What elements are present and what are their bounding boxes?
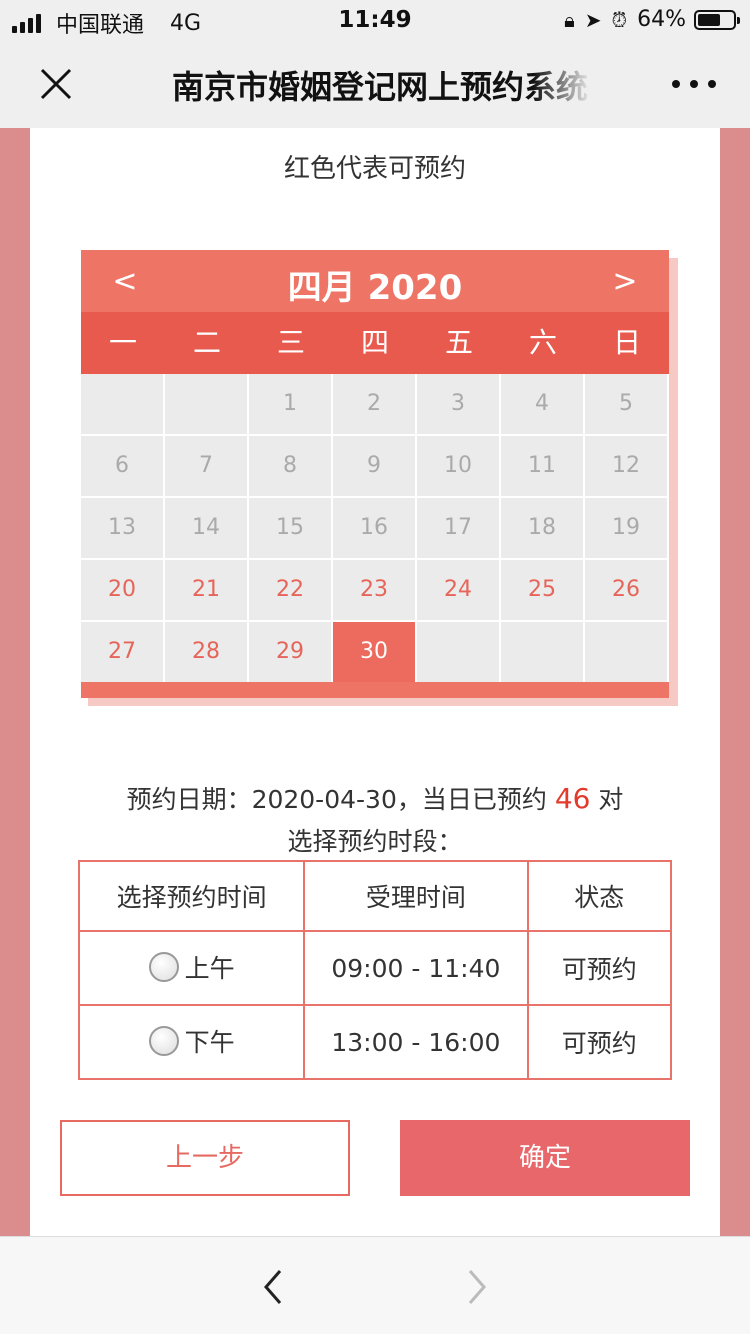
calendar-day: 4 (501, 374, 583, 434)
calendar-day: 2 (333, 374, 415, 434)
calendar-day: 9 (333, 436, 415, 496)
calendar-day[interactable]: 28 (165, 622, 247, 682)
forward-button[interactable] (460, 1267, 492, 1307)
slot-label: 选择预约时段： (287, 827, 463, 856)
slot-time: 13:00 - 16:00 (303, 1004, 529, 1080)
calendar-empty-cell (501, 622, 583, 682)
slot-radio-afternoon[interactable]: 下午 (148, 1023, 235, 1059)
calendar-day: 14 (165, 498, 247, 558)
content-card: 红色代表可预约 < 四月 2020 > 一 二 三 四 五 六 日 123456… (30, 128, 720, 1236)
radio-icon (148, 951, 179, 982)
weekday-label: 六 (528, 326, 557, 359)
chevron-right-icon (468, 1270, 486, 1304)
more-button[interactable] (672, 72, 716, 96)
column-header: 受理时间 (303, 860, 529, 932)
calendar-day: 13 (81, 498, 163, 558)
calendar-day[interactable]: 23 (333, 560, 415, 620)
weekday-label: 五 (444, 326, 473, 359)
slot-status: 可预约 (526, 930, 673, 1006)
calendar-footer (81, 682, 669, 694)
nav-bar: 南京市婚姻登记网上预约系统 (0, 40, 750, 128)
dot-icon (672, 80, 680, 88)
booking-date-text: 预约日期：2020-04-30，当日已预约 (126, 785, 547, 814)
slot-name: 下午 (184, 1027, 235, 1057)
slot-select-cell[interactable]: 上午 (77, 930, 306, 1006)
calendar-day: 1 (249, 374, 331, 434)
weekday-label: 四 (360, 326, 389, 359)
weekday-label: 三 (276, 326, 305, 359)
weekday-label: 一 (108, 326, 137, 359)
booked-count: 46 (554, 782, 591, 815)
prev-step-button[interactable]: 上一步 (60, 1120, 350, 1196)
close-button[interactable] (34, 62, 78, 106)
calendar-day: 8 (249, 436, 331, 496)
battery-percent: 64% (637, 7, 686, 32)
calendar-day[interactable]: 26 (585, 560, 667, 620)
confirm-button[interactable]: 确定 (400, 1120, 690, 1196)
booked-unit: 对 (598, 785, 624, 814)
calendar-empty-cell (417, 622, 499, 682)
calendar-day[interactable]: 27 (81, 622, 163, 682)
time-slot-table: 选择预约时间 受理时间 状态 上午 09:00 - 11:40 可预约 下午 1… (77, 860, 673, 1080)
calendar-day: 16 (333, 498, 415, 558)
calendar-day: 3 (417, 374, 499, 434)
calendar-empty-cell (81, 374, 163, 434)
calendar-month-title: 四月 2020 (287, 268, 463, 308)
battery-fill (698, 13, 720, 26)
close-icon (40, 68, 72, 100)
rotation-lock-icon: 🔒︎ (564, 7, 575, 32)
slot-select-cell[interactable]: 下午 (77, 1004, 306, 1080)
calendar-empty-cell (165, 374, 247, 434)
table-row: 上午 09:00 - 11:40 可预约 (77, 930, 673, 1006)
radio-icon (148, 1025, 179, 1056)
calendar-day: 11 (501, 436, 583, 496)
status-right: 🔒︎ ➤ ⏰︎ 64% (564, 7, 740, 32)
calendar-day: 15 (249, 498, 331, 558)
next-month-button[interactable]: > (605, 262, 645, 302)
slot-status: 可预约 (526, 1004, 673, 1080)
back-button[interactable] (258, 1267, 290, 1307)
calendar-day[interactable]: 24 (417, 560, 499, 620)
column-header: 状态 (526, 860, 673, 932)
calendar-day: 17 (417, 498, 499, 558)
calendar-header: < 四月 2020 > (81, 250, 669, 312)
calendar-day[interactable]: 22 (249, 560, 331, 620)
calendar-day: 12 (585, 436, 667, 496)
calendar-day: 18 (501, 498, 583, 558)
calendar-day: 10 (417, 436, 499, 496)
calendar: < 四月 2020 > 一 二 三 四 五 六 日 1 2 3 4 5 6 7 8 9 10 11 1… (81, 250, 669, 698)
location-icon: ➤ (584, 7, 602, 32)
calendar-grid: 1 2 3 4 5 6 7 8 9 10 11 12 13 14 15 16 17 18 19 20 21 22 23 24 2… (81, 374, 669, 682)
dot-icon (708, 80, 716, 88)
status-bar: 中国联通 4G 11:49 🔒︎ ➤ ⏰︎ 64% (0, 0, 750, 40)
booking-date-line: 预约日期：2020-04-30，当日已预约 46 对 (30, 780, 720, 816)
legend-hint: 红色代表可预约 (283, 154, 466, 184)
weekday-label: 日 (612, 326, 641, 359)
browser-toolbar (0, 1236, 750, 1334)
calendar-empty-cell (585, 622, 667, 682)
column-header: 选择预约时间 (77, 860, 306, 932)
weekday-label: 二 (192, 326, 221, 359)
calendar-day-selected[interactable]: 30 (333, 622, 415, 682)
dot-icon (690, 80, 698, 88)
table-header-row: 选择预约时间 受理时间 状态 (77, 860, 673, 932)
table-row: 下午 13:00 - 16:00 可预约 (77, 1004, 673, 1080)
slot-time: 09:00 - 11:40 (303, 930, 529, 1006)
alarm-icon: ⏰︎ (611, 7, 628, 32)
calendar-day: 7 (165, 436, 247, 496)
calendar-day: 6 (81, 436, 163, 496)
calendar-day[interactable]: 20 (81, 560, 163, 620)
calendar-day[interactable]: 25 (501, 560, 583, 620)
calendar-weekdays: 一 二 三 四 五 六 日 (81, 312, 669, 374)
calendar-day[interactable]: 29 (249, 622, 331, 682)
calendar-day: 19 (585, 498, 667, 558)
slot-name: 上午 (184, 953, 235, 983)
slot-radio-morning[interactable]: 上午 (148, 949, 235, 985)
calendar-day: 5 (585, 374, 667, 434)
battery-icon (694, 9, 740, 30)
chevron-left-icon (264, 1270, 282, 1304)
page-title: 南京市婚姻登记网上预约系统 (172, 68, 589, 106)
calendar-day[interactable]: 21 (165, 560, 247, 620)
